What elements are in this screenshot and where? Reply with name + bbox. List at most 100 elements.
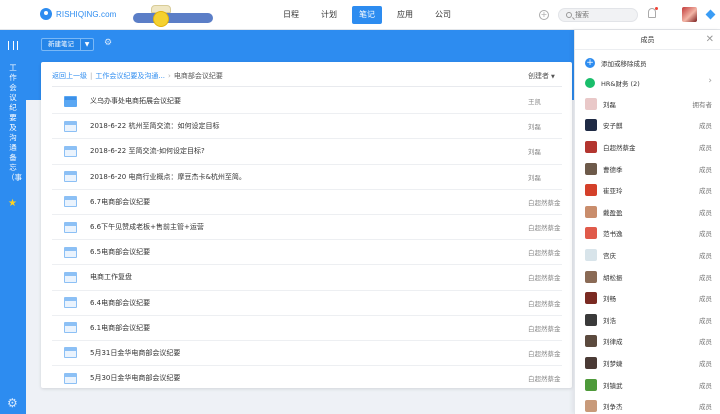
member-role[interactable]: 成员 xyxy=(699,336,712,346)
member-row[interactable]: 宫庆 成员 xyxy=(575,244,720,266)
menu-icon[interactable] xyxy=(8,41,18,50)
list-item[interactable]: 6.5电商部会议纪要 白超然蔡金 xyxy=(52,240,562,266)
list-item[interactable]: 6.4电商部会议纪要 白超然蔡金 xyxy=(52,291,562,316)
member-name: 崔亚玲 xyxy=(603,187,623,196)
list-item[interactable]: 6.1电商部会议纪要 白超然蔡金 xyxy=(52,316,562,341)
user-avatar[interactable] xyxy=(682,7,697,22)
member-avatar xyxy=(585,162,597,175)
member-role[interactable]: 成员 xyxy=(699,120,712,130)
breadcrumb-current: 电商部会议纪要 xyxy=(173,72,223,80)
note-title[interactable]: 6.4电商部会议纪要 xyxy=(90,298,562,308)
add-member-label[interactable]: 添加或移除成员 xyxy=(601,58,647,68)
breadcrumb-separator: | xyxy=(90,72,93,80)
top-bar: RISHIQING.com 日程 计划 笔记 应用 公司 + xyxy=(0,0,720,30)
search-input[interactable] xyxy=(575,10,633,20)
note-creator: 刘磊 xyxy=(528,148,541,157)
list-item[interactable]: 义乌办事处电商拓展会议纪要 王凯 xyxy=(52,89,562,115)
member-role[interactable]: 拥有者 xyxy=(693,99,713,109)
note-title[interactable]: 5月31日金华电商部会议纪要 xyxy=(90,348,562,358)
member-role[interactable]: 成员 xyxy=(699,185,712,195)
nav-plan[interactable]: 计划 xyxy=(314,6,344,24)
member-avatar xyxy=(585,356,597,369)
member-role[interactable]: 成员 xyxy=(699,358,712,368)
notebook-title: 工作会议纪要及沟通备忘（事 xyxy=(7,63,22,182)
member-row[interactable]: 刘梦婕 成员 xyxy=(575,352,720,374)
member-name: 胡松振 xyxy=(603,273,623,282)
member-row[interactable]: 刘畅 成员 xyxy=(575,287,720,309)
note-icon xyxy=(64,372,77,384)
member-row[interactable]: 范书逸 成员 xyxy=(575,223,720,245)
nav-apps[interactable]: 应用 xyxy=(390,6,420,24)
location-pin-icon xyxy=(40,8,52,20)
list-item[interactable]: 电商工作复盘 白超然蔡金 xyxy=(52,265,562,291)
member-row[interactable]: 崔亚玲 成员 xyxy=(575,179,720,201)
member-group[interactable]: HR&财务 (2) › xyxy=(575,73,720,93)
new-note-button[interactable]: 新建笔记 ▼ xyxy=(41,38,94,51)
member-row[interactable]: 胡松振 成员 xyxy=(575,266,720,288)
member-role[interactable]: 成员 xyxy=(699,207,712,217)
member-row[interactable]: 刘浩 成员 xyxy=(575,309,720,331)
list-item[interactable]: 2018-6-22 至简交流-如何设定目标? 刘磊 xyxy=(52,139,562,165)
note-creator: 白超然蔡金 xyxy=(528,198,561,207)
close-icon[interactable]: ✕ xyxy=(706,30,714,50)
note-title[interactable]: 5月30日金华电商部会议纪要 xyxy=(90,373,562,383)
creator-sort-header[interactable]: 创建者 ▼ xyxy=(528,70,555,83)
member-row[interactable]: 刘争杰 成员 xyxy=(575,395,720,414)
star-icon[interactable]: ★ xyxy=(8,198,17,209)
member-row[interactable]: 刘镇武 成员 xyxy=(575,374,720,396)
member-role[interactable]: 成员 xyxy=(699,315,712,325)
note-title[interactable]: 6.6下午见赞成老板+售前主管+运营 xyxy=(90,222,562,232)
list-item[interactable]: 2018-6-22 杭州至简交流：如何设定目标 刘磊 xyxy=(52,114,562,140)
member-role[interactable]: 成员 xyxy=(699,164,712,174)
diamond-icon[interactable] xyxy=(705,9,716,20)
search-box[interactable] xyxy=(558,8,638,22)
member-row[interactable]: 戴盈盈 成员 xyxy=(575,201,720,223)
divider xyxy=(52,86,562,87)
note-title[interactable]: 电商工作复盘 xyxy=(90,272,562,282)
member-role[interactable]: 成员 xyxy=(699,250,712,260)
member-row[interactable]: 安子麒 成员 xyxy=(575,115,720,137)
list-item[interactable]: 5月31日金华电商部会议纪要 白超然蔡金 xyxy=(52,341,562,367)
member-role[interactable]: 成员 xyxy=(699,228,712,238)
nav-company[interactable]: 公司 xyxy=(428,6,458,24)
note-title[interactable]: 义乌办事处电商拓展会议纪要 xyxy=(90,96,562,106)
note-title[interactable]: 6.5电商部会议纪要 xyxy=(90,247,562,257)
member-role[interactable]: 成员 xyxy=(699,142,712,152)
add-member-button[interactable]: + 添加或移除成员 xyxy=(575,53,720,73)
note-icon xyxy=(64,145,77,157)
member-role[interactable]: 成员 xyxy=(699,401,712,411)
note-icon xyxy=(64,221,77,233)
member-avatar xyxy=(585,270,597,283)
note-title[interactable]: 2018-6-20 电商行业概点：摩豆杰卡&杭州至简。 xyxy=(90,172,562,182)
member-row[interactable]: 刘律成 成员 xyxy=(575,331,720,353)
toolbar-gear-icon[interactable]: ⚙ xyxy=(104,38,112,48)
add-icon[interactable]: + xyxy=(539,10,549,20)
note-title[interactable]: 2018-6-22 至简交流-如何设定目标? xyxy=(90,146,562,156)
member-role[interactable]: 成员 xyxy=(699,293,712,303)
note-title[interactable]: 6.7电商部会议纪要 xyxy=(90,197,562,207)
new-note-label[interactable]: 新建笔记 xyxy=(42,39,81,50)
list-item[interactable]: 5月30日金华电商部会议纪要 白超然蔡金 xyxy=(52,366,562,388)
member-row[interactable]: 刘磊 拥有者 xyxy=(575,93,720,115)
member-role[interactable]: 成员 xyxy=(699,380,712,390)
chevron-down-icon[interactable]: ▼ xyxy=(81,39,93,50)
list-item[interactable]: 2018-6-20 电商行业概点：摩豆杰卡&杭州至简。 刘磊 xyxy=(52,165,562,190)
breadcrumb-arrow-icon: › xyxy=(168,72,171,80)
bell-icon[interactable] xyxy=(648,7,658,18)
member-name: 刘畅 xyxy=(603,295,616,304)
note-title[interactable]: 6.1电商部会议纪要 xyxy=(90,323,562,333)
chevron-right-icon[interactable]: › xyxy=(708,76,712,86)
breadcrumb-back[interactable]: 返回上一级 xyxy=(52,72,87,80)
note-title[interactable]: 2018-6-22 杭州至简交流：如何设定目标 xyxy=(90,121,562,131)
list-item[interactable]: 6.7电商部会议纪要 白超然蔡金 xyxy=(52,190,562,215)
member-row[interactable]: 曹德季 成员 xyxy=(575,158,720,180)
nav-notes[interactable]: 笔记 xyxy=(352,6,382,24)
settings-gear-icon[interactable]: ⚙ xyxy=(7,396,18,410)
breadcrumb-parent[interactable]: 工作会议纪要及沟通... xyxy=(95,72,165,80)
member-name: 刘律成 xyxy=(603,338,623,347)
member-role[interactable]: 成员 xyxy=(699,272,712,282)
brand-logo[interactable]: RISHIQING.com xyxy=(40,8,116,20)
member-row[interactable]: 白超然蔡金 成员 xyxy=(575,136,720,158)
nav-calendar[interactable]: 日程 xyxy=(276,6,306,24)
list-item[interactable]: 6.6下午见赞成老板+售前主管+运营 白超然蔡金 xyxy=(52,215,562,241)
